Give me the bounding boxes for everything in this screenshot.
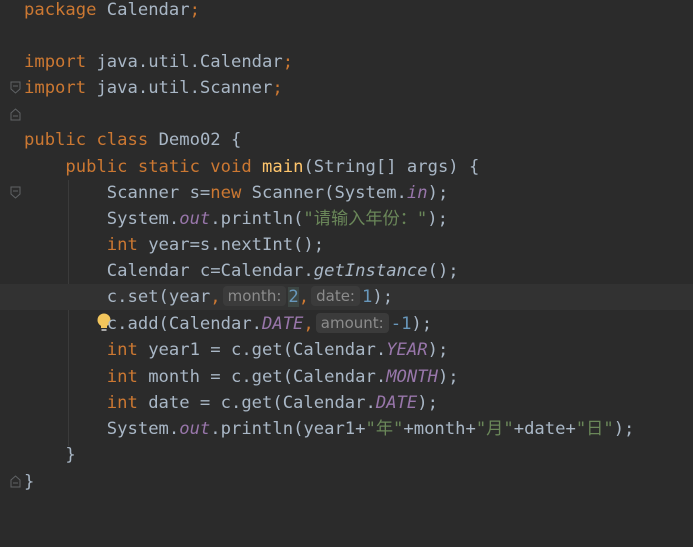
closing-brace: }: [65, 445, 76, 465]
code-text: );: [427, 340, 449, 360]
code-line[interactable]: public class Demo02 {: [0, 127, 693, 153]
code-line[interactable]: c.add(Calendar.DATE, amount: -1);: [0, 311, 693, 337]
code-line[interactable]: Calendar c=Calendar.getInstance();: [0, 258, 693, 284]
code-text: year=s.nextInt();: [137, 235, 325, 255]
class-name: Demo02 {: [158, 130, 242, 150]
keyword: new: [210, 183, 242, 203]
string-literal: "日": [575, 419, 614, 439]
keyword: package: [24, 0, 97, 20]
parameter-hint: month:: [222, 286, 287, 306]
keyword: public static void: [65, 157, 252, 177]
string-literal: "月": [475, 419, 514, 439]
code-text: System.: [106, 209, 180, 229]
code-text: date = c.get(Calendar.: [137, 393, 376, 413]
code-editor[interactable]: package Calendar; import java.util.Calen…: [0, 0, 693, 497]
static-field: MONTH: [386, 367, 438, 387]
code-line[interactable]: import java.util.Calendar;: [0, 49, 693, 94]
code-line-current[interactable]: c.set(year, month: 2, date: 1);: [0, 284, 693, 331]
keyword: import: [24, 52, 87, 72]
code-text: month = c.get(Calendar.: [137, 367, 387, 387]
parameter-hint: date:: [311, 286, 360, 306]
import-path: java.util.Calendar: [96, 52, 283, 72]
static-method: getInstance: [313, 261, 428, 281]
code-text: );: [372, 287, 394, 307]
keyword: int: [106, 393, 138, 413]
number-literal: 2: [288, 287, 299, 307]
closing-brace: }: [24, 472, 35, 492]
code-text: );: [437, 367, 459, 387]
semicolon: ;: [272, 78, 283, 98]
package-name: Calendar: [106, 0, 190, 20]
code-line[interactable]: System.out.println("请输入年份：");: [0, 206, 693, 232]
code-text: Calendar c=Calendar.: [106, 261, 314, 281]
code-line[interactable]: int date = c.get(Calendar.DATE);: [0, 390, 693, 416]
fold-marker-icon[interactable]: [10, 101, 21, 127]
code-text: );: [427, 209, 448, 229]
code-text: .println(: [210, 209, 304, 229]
code-line[interactable]: Scanner s=new Scanner(System.in);: [0, 180, 693, 206]
code-line[interactable]: int year=s.nextInt();: [0, 232, 693, 258]
semicolon: ;: [282, 52, 294, 72]
comma: ,: [303, 314, 314, 334]
static-field: DATE: [262, 314, 304, 334]
static-field: in: [406, 183, 428, 203]
static-field: YEAR: [386, 340, 428, 360]
keyword: public: [24, 130, 87, 150]
string-literal: "请输入年份：": [303, 209, 428, 229]
static-field: DATE: [375, 393, 418, 413]
code-text: Scanner(System.: [241, 183, 407, 203]
keyword: import: [24, 78, 87, 98]
string-literal: "年": [365, 419, 404, 439]
semicolon: ;: [189, 0, 200, 20]
code-text: (String[] args) {: [303, 157, 480, 177]
code-line[interactable]: public static void main(String[] args) {: [0, 154, 693, 199]
code-text: +month+: [403, 419, 476, 439]
comma: ,: [210, 287, 221, 307]
code-line[interactable]: System.out.println(year1+"年"+month+"月"+d…: [0, 416, 693, 442]
code-line[interactable]: }: [0, 469, 693, 495]
comma: ,: [298, 287, 310, 307]
code-line[interactable]: int month = c.get(Calendar.MONTH);: [0, 364, 693, 390]
code-text: System.: [106, 419, 180, 439]
code-text: );: [613, 419, 635, 439]
keyword: int: [106, 340, 138, 360]
keyword: class: [96, 130, 149, 150]
keyword: int: [106, 367, 138, 387]
code-text: c.set(year: [106, 287, 211, 307]
code-text: );: [417, 393, 438, 413]
number-literal: 1: [362, 287, 373, 307]
parameter-hint: amount:: [315, 313, 389, 333]
code-text: +date+: [513, 419, 576, 439]
code-text: ();: [427, 261, 459, 281]
code-text: );: [411, 314, 433, 334]
static-field: out: [179, 209, 211, 229]
code-text: );: [427, 183, 449, 203]
code-line[interactable]: package Calendar;: [0, 0, 693, 23]
code-text: Scanner s=: [106, 183, 211, 203]
code-line[interactable]: import java.util.Scanner;: [0, 75, 693, 121]
code-text: c.add(Calendar.: [106, 314, 263, 334]
keyword: int: [106, 235, 138, 255]
code-line[interactable]: }: [0, 442, 693, 488]
code-text: .println(year1+: [210, 419, 366, 439]
static-field: out: [179, 419, 211, 439]
method-name: main: [262, 157, 304, 177]
code-line[interactable]: int year1 = c.get(Calendar.YEAR);: [0, 337, 693, 363]
import-path: java.util.Scanner: [96, 78, 273, 98]
number-literal: -1: [390, 314, 412, 334]
code-text: year1 = c.get(Calendar.: [137, 340, 387, 360]
